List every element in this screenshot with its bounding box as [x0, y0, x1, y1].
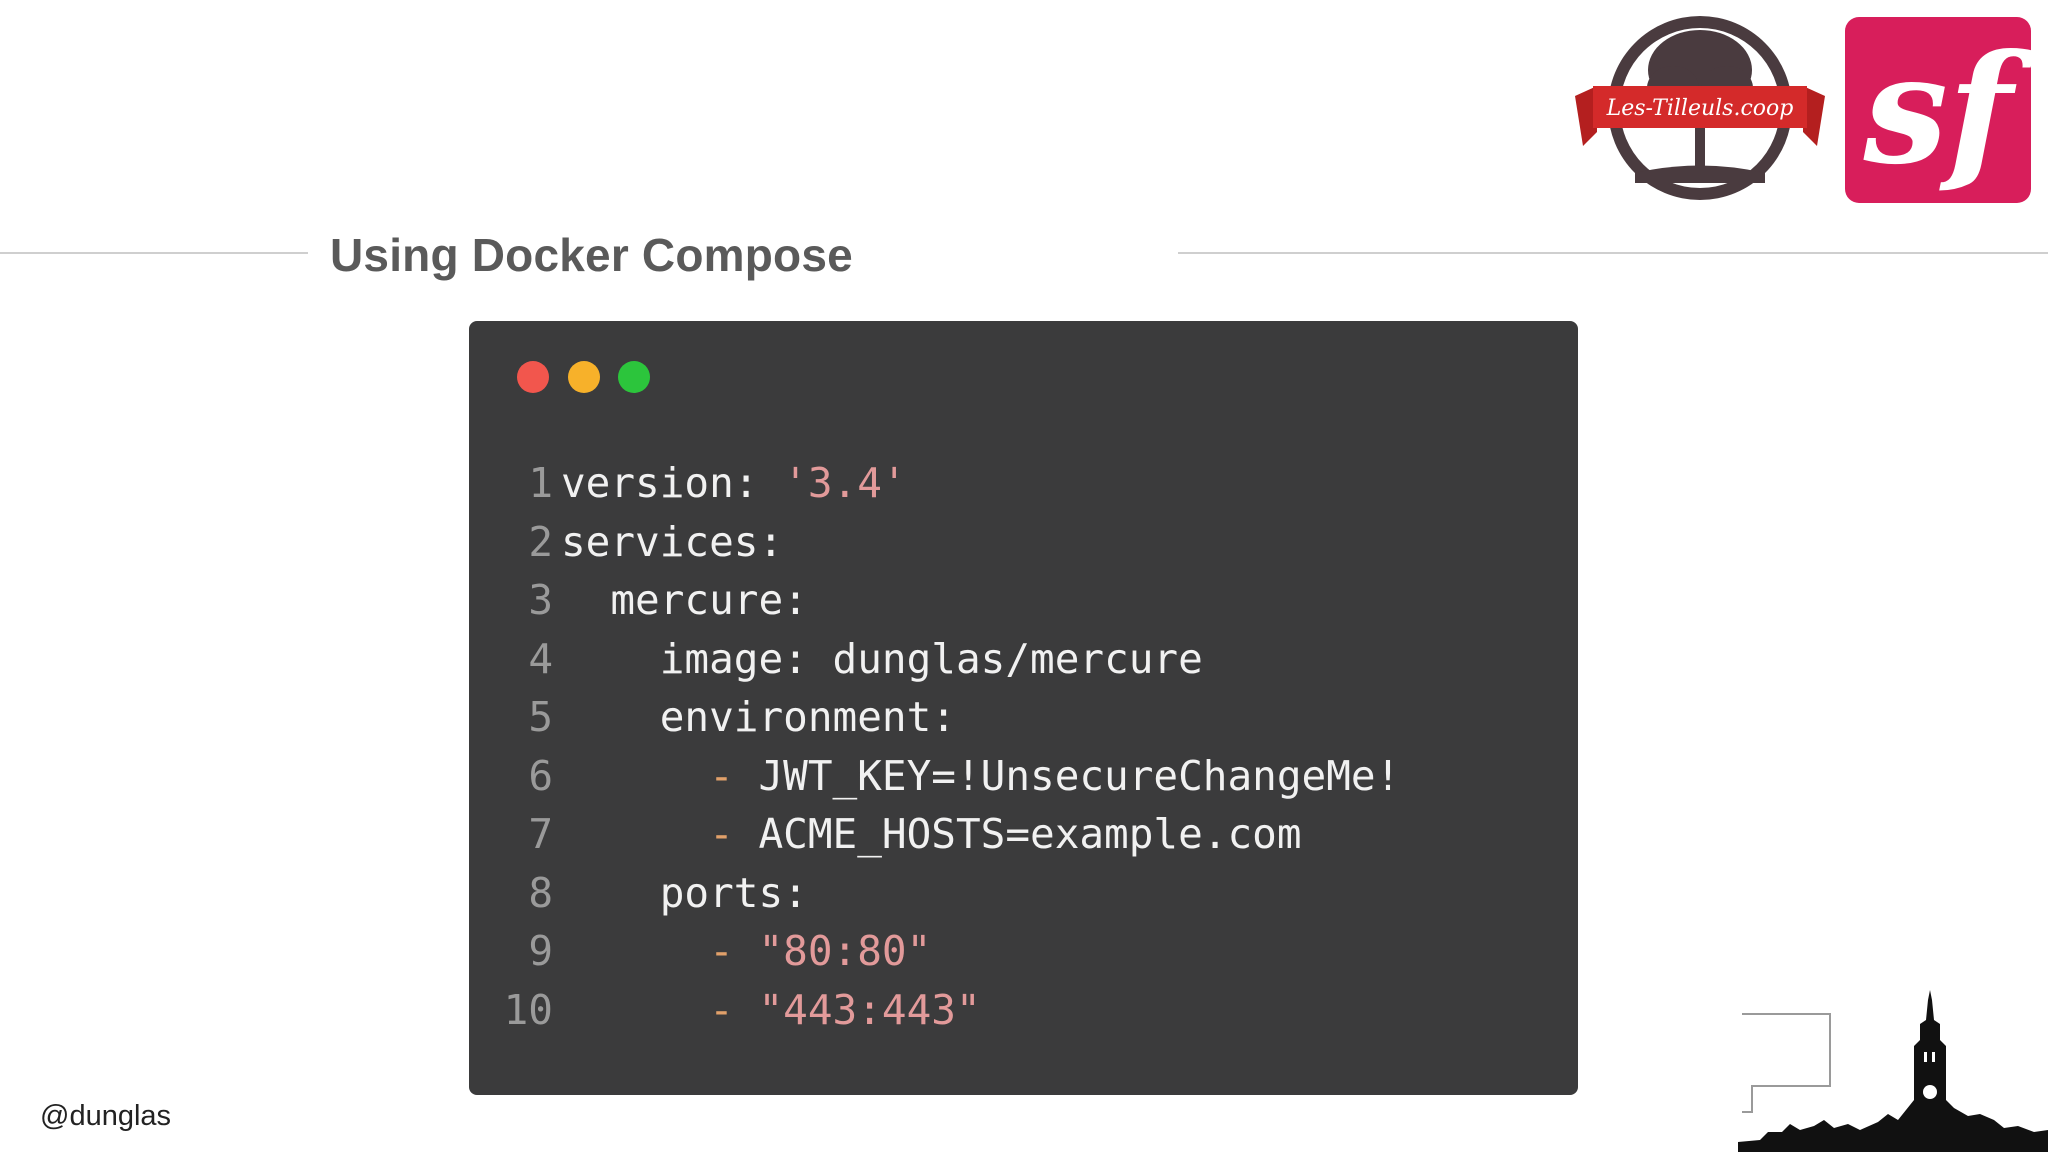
code-text: ACME_HOSTS=example.com: [758, 810, 1302, 858]
code-text: services:: [561, 517, 784, 566]
code-line: 10 - "443:443": [497, 981, 1400, 1040]
title-divider-right: [1178, 252, 2048, 254]
code-line: 1 version: '3.4': [497, 454, 1400, 513]
window-close-dot: [517, 361, 549, 393]
line-number: 1: [528, 459, 553, 507]
code-string: '3.4': [783, 459, 907, 507]
line-number: 6: [528, 751, 553, 800]
list-dash: -: [709, 751, 759, 800]
twitter-handle: @dunglas: [40, 1100, 172, 1132]
list-dash: -: [709, 810, 759, 858]
code-window: 1 version: '3.4' 2 services: 3 mercure: 4 ima…: [469, 321, 1578, 1095]
line-number: 3: [528, 576, 553, 624]
code-string: "443:443": [758, 985, 981, 1034]
list-dash: -: [709, 927, 759, 975]
code-block: 1 version: '3.4' 2 services: 3 mercure: 4 ima…: [497, 454, 1401, 1040]
code-text: JWT_KEY=!UnsecureChangeMe!: [758, 751, 1401, 800]
code-string: "80:80": [758, 927, 932, 975]
slide-title: Using Docker Compose: [330, 229, 853, 281]
code-line: 2 services:: [497, 513, 1400, 572]
line-number: 7: [528, 810, 553, 858]
code-line: 3 mercure:: [497, 571, 1400, 630]
window-zoom-dot: [618, 361, 650, 393]
line-number: 2: [528, 517, 553, 566]
code-text: environment:: [659, 693, 956, 741]
list-dash: -: [709, 985, 759, 1034]
code-line: 7 - ACME_HOSTS=example.com: [497, 805, 1400, 864]
line-number: 9: [528, 927, 553, 975]
code-text: mercure:: [610, 576, 808, 624]
code-text: version:: [561, 459, 784, 507]
les-tilleuls-logo: Les-Tilleuls.coop: [1575, 16, 1825, 200]
code-line: 9 - "80:80": [497, 922, 1400, 981]
line-number: 10: [503, 985, 553, 1034]
code-line: 4 image: dunglas/mercure: [497, 630, 1400, 689]
line-number: 8: [528, 868, 553, 917]
code-line: 6 - JWT_KEY=!UnsecureChangeMe!: [497, 747, 1400, 806]
symfony-logo: sf: [1845, 17, 2031, 203]
code-line: 5 environment:: [497, 688, 1400, 747]
code-text: image: dunglas/mercure: [659, 634, 1203, 683]
title-divider-left: [0, 252, 308, 254]
tilleuls-logo-text: Les-Tilleuls.coop: [1606, 96, 1794, 121]
code-text: ports:: [659, 868, 808, 917]
code-line: 8 ports:: [497, 864, 1400, 923]
window-minimize-dot: [568, 361, 600, 393]
town-skyline-illustration: [1738, 990, 2048, 1152]
symfony-logo-text: sf: [1863, 22, 2013, 198]
line-number: 4: [528, 634, 553, 683]
line-number: 5: [528, 693, 553, 741]
